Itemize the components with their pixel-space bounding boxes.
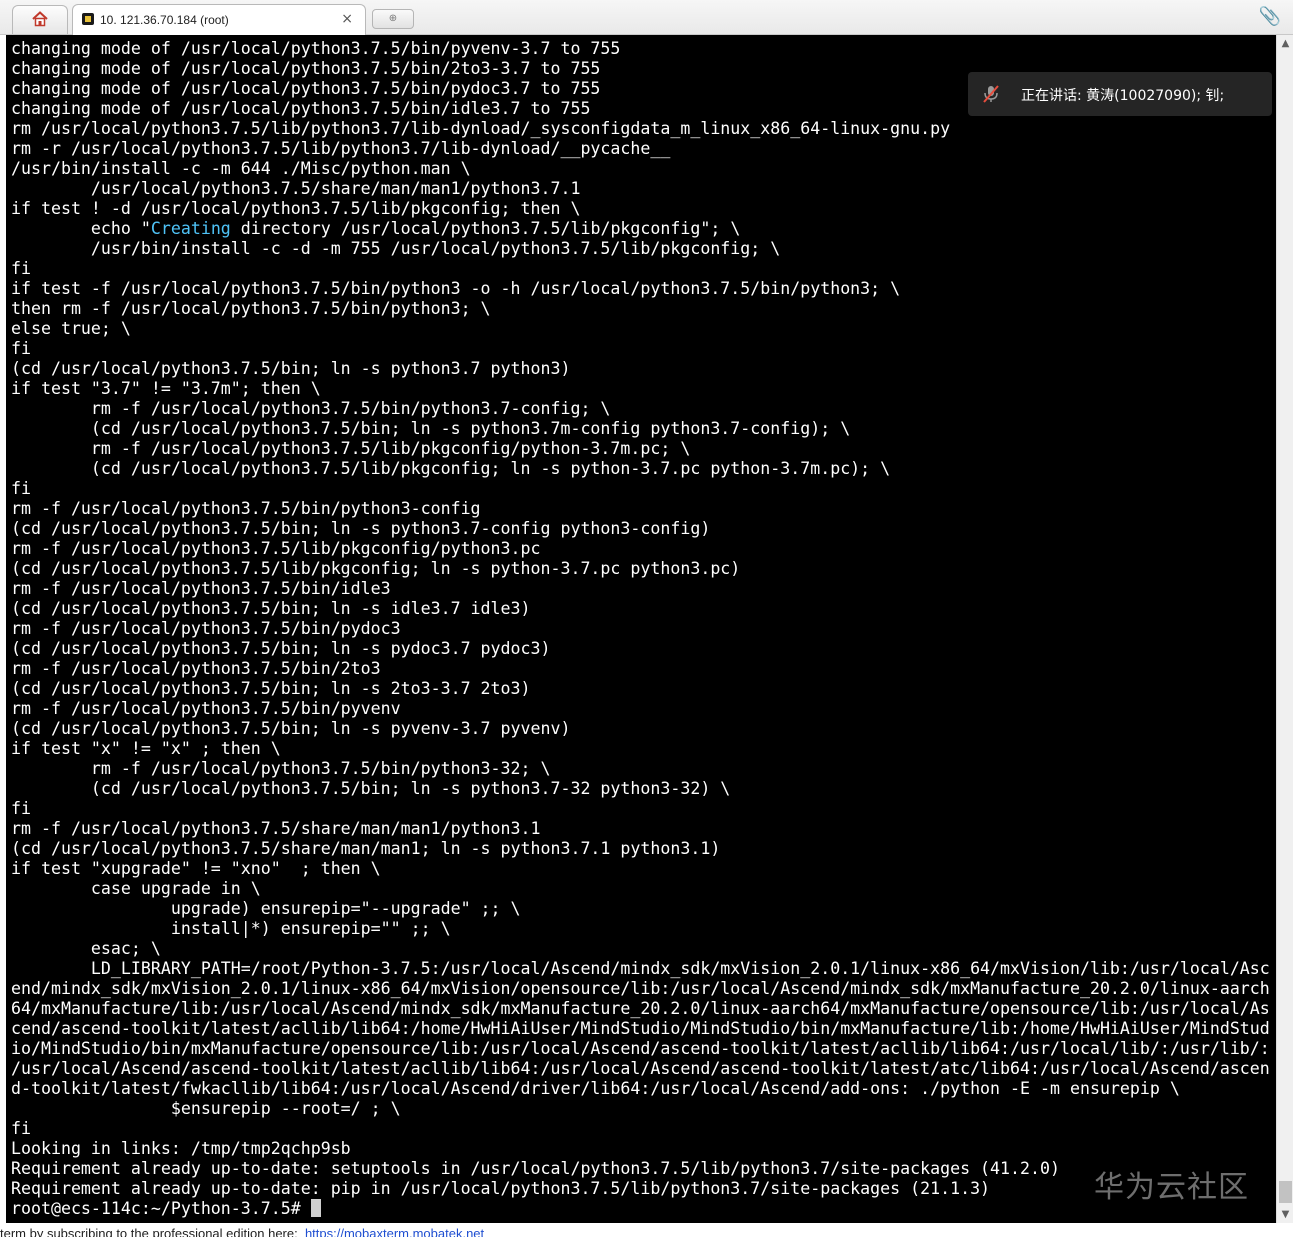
home-tab[interactable]: [12, 5, 68, 34]
terminal-line: cend/ascend-toolkit/latest/acllib/lib64:…: [11, 1019, 1270, 1038]
terminal-line: (cd /usr/local/python3.7.5/share/man/man…: [11, 839, 721, 858]
terminal-line: fi: [11, 1119, 31, 1138]
scroll-thumb[interactable]: [1279, 1181, 1292, 1203]
terminal-line: fi: [11, 799, 31, 818]
terminal-line: changing mode of /usr/local/python3.7.5/…: [11, 39, 621, 58]
terminal-line: fi: [11, 479, 31, 498]
terminal-line: Requirement already up-to-date: setuptoo…: [11, 1159, 1060, 1178]
terminal-line: if test "3.7" != "3.7m"; then \: [11, 379, 321, 398]
terminal-line: changing mode of /usr/local/python3.7.5/…: [11, 99, 591, 118]
terminal-line: rm -f /usr/local/python3.7.5/bin/pydoc3: [11, 619, 401, 638]
terminal-line: rm -f /usr/local/python3.7.5/lib/pkgconf…: [11, 539, 541, 558]
terminal-line: case upgrade in \: [90, 879, 261, 898]
highlighted-word: Creating: [150, 219, 231, 238]
terminal-line: (cd /usr/local/python3.7.5/bin; ln -s py…: [11, 719, 571, 738]
terminal-line: rm /usr/local/python3.7.5/lib/python3.7/…: [11, 119, 951, 138]
terminal-line: (cd /usr/local/python3.7.5/bin; ln -s id…: [11, 599, 531, 618]
terminal-line: (cd /usr/local/python3.7.5/lib/pkgconfig…: [11, 559, 741, 578]
terminal-line: (cd /usr/local/python3.7.5/bin; ln -s py…: [11, 519, 711, 538]
terminal-line: (cd /usr/local/python3.7.5/bin; ln -s 2t…: [11, 679, 531, 698]
terminal-output[interactable]: changing mode of /usr/local/python3.7.5/…: [6, 35, 1276, 1223]
terminal-line: rm -f /usr/local/python3.7.5/bin/python3…: [90, 759, 551, 778]
paperclip-icon[interactable]: 📎: [1259, 6, 1281, 27]
terminal-line: /usr/local/Ascend/ascend-toolkit/latest/…: [11, 1059, 1270, 1078]
terminal-line: Requirement already up-to-date: pip in /…: [11, 1179, 991, 1198]
terminal-cursor: [310, 1199, 321, 1217]
terminal-line: end/mindx_sdk/mxVision_2.0.1/linux-x86_6…: [11, 979, 1270, 998]
terminal-line: install|*) ensurepip="" ;; \: [170, 919, 451, 938]
close-icon[interactable]: ×: [341, 11, 353, 27]
home-icon: [32, 11, 48, 27]
terminal-line: (cd /usr/local/python3.7.5/lib/pkgconfig…: [90, 459, 891, 478]
status-bar: term by subscribing to the professional …: [0, 1223, 1293, 1237]
muted-microphone-icon: [983, 85, 999, 103]
terminal-line: rm -r /usr/local/python3.7.5/lib/python3…: [11, 139, 671, 158]
terminal-line: io/MindStudio/bin/mxManufacture/opensour…: [11, 1039, 1270, 1058]
terminal-line: if test -f /usr/local/python3.7.5/bin/py…: [11, 279, 901, 298]
terminal-line: changing mode of /usr/local/python3.7.5/…: [11, 79, 601, 98]
terminal-line: /usr/bin/install -c -m 644 ./Misc/python…: [11, 159, 471, 178]
tab-bar: 10. 121.36.70.184 (root) × ⊕ 📎: [0, 0, 1293, 35]
meeting-speaking-indicator: 正在讲话: 黄涛(10027090); 钊;: [968, 72, 1272, 116]
terminal-line: upgrade) ensurepip="--upgrade" ;; \: [170, 899, 521, 918]
echo-prefix: echo ": [11, 219, 151, 238]
shell-prompt: root@ecs-114c:~/Python-3.7.5#: [11, 1199, 311, 1218]
terminal-line: (cd /usr/local/python3.7.5/bin; ln -s py…: [90, 419, 851, 438]
terminal-line: rm -f /usr/local/python3.7.5/bin/2to3: [11, 659, 381, 678]
session-tab[interactable]: 10. 121.36.70.184 (root) ×: [72, 4, 366, 35]
terminal-line: else true; \: [11, 319, 131, 338]
speaking-text: 正在讲话: 黄涛(10027090); 钊;: [1021, 88, 1225, 104]
terminal-line: fi: [11, 339, 31, 358]
session-tab-title: 10. 121.36.70.184 (root): [100, 13, 229, 27]
watermark: 华为云社区: [1094, 1170, 1249, 1205]
terminal-line-echo: echo "Creating directory /usr/local/pyth…: [11, 219, 740, 238]
scroll-up-icon[interactable]: ▲: [1277, 35, 1293, 52]
terminal-line: rm -f /usr/local/python3.7.5/bin/python3…: [11, 499, 481, 518]
terminal-line: 64/mxManufacture/lib:/usr/local/Ascend/m…: [11, 999, 1270, 1018]
status-message: term by subscribing to the professional …: [0, 1226, 298, 1237]
terminal-text: changing mode of /usr/local/python3.7.5/…: [11, 39, 1270, 1219]
new-tab-button[interactable]: ⊕: [372, 9, 414, 29]
terminal-line: if test "x" != "x" ; then \: [11, 739, 281, 758]
vertical-scrollbar[interactable]: ▲ ▼: [1276, 35, 1293, 1223]
terminal-line: rm -f /usr/local/python3.7.5/lib/pkgconf…: [90, 439, 691, 458]
terminal-line: rm -f /usr/local/python3.7.5/bin/idle3: [11, 579, 391, 598]
status-link[interactable]: https://mobaxterm.mobatek.net: [305, 1226, 484, 1237]
echo-suffix: directory /usr/local/python3.7.5/lib/pkg…: [230, 219, 741, 238]
terminal-line: (cd /usr/local/python3.7.5/bin; ln -s py…: [90, 779, 731, 798]
terminal-line: (cd /usr/local/python3.7.5/bin; ln -s py…: [11, 639, 551, 658]
terminal-line: fi: [11, 259, 31, 278]
terminal-line: if test ! -d /usr/local/python3.7.5/lib/…: [11, 199, 581, 218]
terminal-lines-b: /usr/bin/install -c -d -m 755 /usr/local…: [11, 239, 1270, 1198]
terminal-line: /usr/bin/install -c -d -m 755 /usr/local…: [90, 239, 781, 258]
terminal-line: Looking in links: /tmp/tmp2qchp9sb: [11, 1139, 351, 1158]
terminal-line: d-toolkit/latest/fwkacllib/lib64:/usr/lo…: [11, 1079, 1180, 1098]
terminal-lines-a: changing mode of /usr/local/python3.7.5/…: [11, 39, 950, 218]
terminal-line: /usr/local/python3.7.5/share/man/man1/py…: [90, 179, 581, 198]
terminal-line: if test "xupgrade" != "xno" ; then \: [11, 859, 381, 878]
terminal-line: (cd /usr/local/python3.7.5/bin; ln -s py…: [11, 359, 571, 378]
terminal-line: rm -f /usr/local/python3.7.5/bin/python3…: [90, 399, 611, 418]
terminal-line: esac; \: [90, 939, 161, 958]
status-text: term by subscribing to the professional …: [0, 1226, 484, 1237]
scroll-down-icon[interactable]: ▼: [1277, 1206, 1293, 1223]
terminal-line: then rm -f /usr/local/python3.7.5/bin/py…: [11, 299, 491, 318]
terminal-line: changing mode of /usr/local/python3.7.5/…: [11, 59, 601, 78]
terminal-session-icon: [82, 13, 94, 25]
terminal-line: LD_LIBRARY_PATH=/root/Python-3.7.5:/usr/…: [90, 959, 1270, 978]
terminal-line: rm -f /usr/local/python3.7.5/bin/pyvenv: [11, 699, 401, 718]
terminal-line: $ensurepip --root=/ ; \: [170, 1099, 401, 1118]
terminal-line: rm -f /usr/local/python3.7.5/share/man/m…: [11, 819, 541, 838]
